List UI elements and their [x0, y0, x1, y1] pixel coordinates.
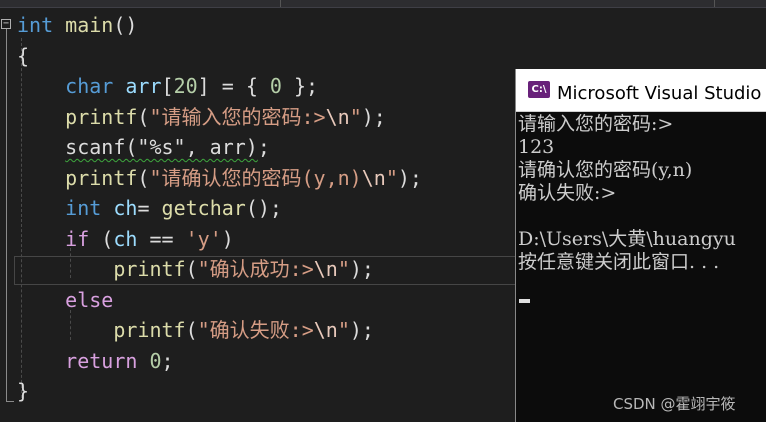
console-line: D:\Users\大黄\huangyu	[518, 228, 736, 250]
code-token: "	[337, 318, 350, 342]
code-token: printf	[65, 165, 138, 190]
code-token: printf	[113, 318, 186, 342]
code-token: \n	[313, 318, 338, 342]
code-token: (	[185, 257, 198, 281]
console-window[interactable]: C:\ Microsoft Visual Studio 调 请输入您的密码:> …	[515, 69, 766, 422]
code-token: "	[337, 257, 350, 281]
code-token: (	[137, 165, 150, 190]
console-line: 请输入您的密码:>	[518, 113, 674, 135]
code-token: \n	[325, 104, 350, 129]
code-token: 0	[149, 348, 162, 373]
code-line[interactable]: int ch= getchar();	[17, 193, 282, 223]
code-token: );	[349, 257, 374, 281]
code-token: if	[65, 226, 90, 251]
code-token: main	[53, 13, 114, 37]
console-line: 请确认您的密码(y,n)	[518, 159, 693, 181]
console-cursor	[519, 299, 530, 303]
code-token: ch	[113, 226, 138, 251]
fold-end	[6, 401, 14, 402]
console-output[interactable]: 请输入您的密码:> 123 请确认您的密码(y,n) 确认失败:> D:\Use…	[518, 113, 766, 422]
code-token: ch	[113, 196, 138, 220]
code-token: ==	[137, 226, 186, 251]
watermark: CSDN @霍翊宇筱	[613, 395, 736, 413]
tab-divider	[280, 0, 281, 7]
code-token: "请确认您的密码(y,n)	[149, 165, 362, 190]
code-token: =	[137, 196, 162, 220]
code-token: \n	[313, 257, 338, 281]
code-line[interactable]: else	[17, 285, 113, 315]
code-line[interactable]: scanf("%s", arr);	[17, 132, 270, 162]
code-token: ;	[257, 135, 270, 159]
code-token: ()	[113, 13, 138, 37]
code-line[interactable]: }	[17, 376, 29, 406]
code-token: \n	[361, 165, 386, 190]
code-token: "	[349, 104, 362, 129]
code-token: [	[161, 74, 174, 98]
code-token: ();	[245, 196, 282, 220]
code-token: 20	[173, 74, 198, 98]
collapse-icon[interactable]: −	[1, 19, 11, 29]
code-token: printf	[65, 104, 138, 129]
code-line[interactable]: printf("请确认您的密码(y,n)\n");	[17, 163, 422, 193]
code-token: int	[17, 13, 54, 37]
visual-studio-console-icon: C:\	[528, 81, 550, 98]
code-line[interactable]: printf("请输入您的密码:>\n");	[17, 102, 386, 132]
code-token: );	[397, 165, 422, 190]
code-line[interactable]: printf("确认失败:>\n");	[17, 315, 374, 345]
code-token: (	[89, 226, 114, 251]
code-token: "确认失败:>	[197, 318, 314, 342]
code-line[interactable]: {	[17, 41, 29, 71]
code-token: getchar	[161, 196, 246, 220]
code-token: "请输入您的密码:>	[149, 104, 326, 129]
code-token: };	[281, 74, 319, 98]
code-line[interactable]: return 0;	[17, 346, 174, 376]
code-token: }	[17, 379, 30, 403]
fold-line	[6, 29, 7, 401]
code-token: arr	[125, 74, 162, 98]
code-token: int	[65, 196, 102, 220]
code-token: ;	[161, 348, 174, 373]
console-title: Microsoft Visual Studio 调	[557, 83, 766, 104]
code-token: {	[17, 43, 30, 68]
code-token: 0	[269, 74, 282, 98]
console-line: 确认失败:>	[518, 182, 617, 204]
code-token: );	[361, 104, 386, 129]
code-line[interactable]: char arr[20] = { 0 };	[17, 71, 318, 101]
console-line: 按任意键关闭此窗口. . .	[518, 251, 720, 273]
code-line[interactable]: printf("确认成功:>\n");	[17, 254, 374, 284]
code-token: "	[385, 165, 398, 190]
code-token: (	[137, 104, 150, 129]
code-line[interactable]: int main()	[17, 10, 137, 40]
code-token: printf	[113, 257, 186, 281]
code-token: scanf("%s", arr)	[65, 135, 258, 159]
code-token: )	[221, 226, 234, 251]
code-token: 'y'	[185, 226, 222, 251]
code-line[interactable]: if (ch == 'y')	[17, 224, 234, 254]
code-token: char	[65, 74, 114, 98]
editor-tab-strip	[0, 0, 766, 8]
console-line: 123	[518, 136, 555, 158]
code-token: (	[185, 318, 198, 342]
tab-divider	[714, 0, 715, 7]
console-titlebar[interactable]: C:\ Microsoft Visual Studio 调	[516, 69, 766, 112]
code-token: ] = {	[197, 74, 270, 98]
code-token: "确认成功:>	[197, 257, 314, 281]
code-token: );	[349, 318, 374, 342]
code-token: else	[65, 287, 114, 312]
code-token: return	[65, 348, 138, 373]
